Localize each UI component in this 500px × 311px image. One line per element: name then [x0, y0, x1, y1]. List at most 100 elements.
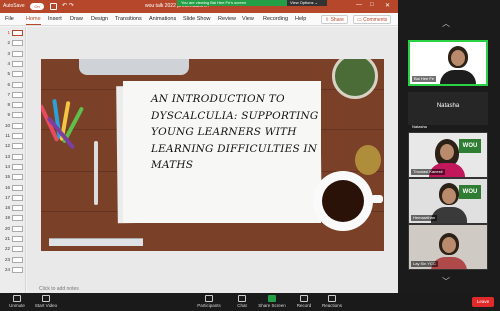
slide-thumbnail[interactable]: 12 — [1, 142, 25, 150]
slide-preview-icon — [12, 153, 23, 160]
slide-number: 21 — [4, 236, 10, 241]
slide-number: 6 — [7, 81, 10, 87]
slide-thumbnail[interactable]: 16 — [1, 184, 25, 192]
video-tile[interactable]: WOU Hemaarthan — [408, 178, 488, 224]
slide-number: 9 — [7, 112, 10, 118]
slide-number: 19 — [4, 215, 10, 221]
video-tile[interactable]: Lay Sin YCC — [408, 224, 488, 270]
reactions-label: Reactions — [321, 303, 342, 308]
slide-thumbnail[interactable]: 20 — [1, 225, 25, 233]
tab-view[interactable]: View — [242, 16, 254, 22]
autosave-toggle[interactable]: On — [30, 3, 44, 10]
save-icon[interactable] — [50, 3, 57, 10]
slide-thumbnail[interactable]: 5 — [1, 70, 25, 78]
participant-name: Lay Sin YCC — [411, 261, 438, 267]
chat-button[interactable]: Chat — [234, 293, 250, 311]
pencil-image — [94, 141, 98, 205]
slide-thumbnail[interactable]: 15 — [1, 173, 25, 181]
slide-thumbnail[interactable]: 6 — [1, 81, 25, 89]
video-tile[interactable]: WOU Thoolasi Kanesti — [408, 132, 488, 178]
slide-thumbnail[interactable]: 10 — [1, 122, 25, 130]
slide-preview-icon — [12, 266, 23, 273]
slide-canvas[interactable]: An introduction to dyscalculia: supporti… — [41, 59, 384, 251]
slide-thumbnail[interactable]: 11 — [1, 132, 25, 140]
slide-thumbnail[interactable]: 22 — [1, 245, 25, 253]
share-button[interactable]: ⇧ Share — [321, 15, 348, 24]
reactions-button[interactable]: Reactions — [320, 293, 344, 311]
slide-thumbnail[interactable]: 2 — [1, 39, 25, 47]
meeting-toolbar: Unmute Start Video Participants Chat Sha… — [0, 293, 500, 311]
slide-thumbnail[interactable]: 4 — [1, 60, 25, 68]
tab-design[interactable]: Design — [91, 16, 108, 22]
tab-insert[interactable]: Insert — [48, 16, 62, 22]
chevron-up-icon[interactable]: ︿ — [442, 18, 450, 29]
slide-preview-icon — [12, 112, 23, 119]
tab-transitions[interactable]: Transitions — [115, 16, 142, 22]
slide-thumbnail[interactable]: 18 — [1, 204, 25, 212]
chevron-down-icon[interactable]: ﹀ — [442, 276, 450, 287]
tab-animations[interactable]: Animations — [149, 16, 176, 22]
leave-button[interactable]: Leave — [472, 297, 494, 307]
slide-number: 1 — [7, 30, 10, 35]
tab-recording[interactable]: Recording — [263, 16, 288, 22]
video-tile-no-video[interactable]: Natasha — [408, 92, 488, 125]
slide-number: 24 — [4, 266, 10, 272]
slide-number: 2 — [7, 40, 10, 46]
slide-thumbnail[interactable]: 21 — [1, 235, 25, 243]
tab-review[interactable]: Review — [218, 16, 236, 22]
video-off-icon — [42, 295, 50, 302]
tab-slide-show[interactable]: Slide Show — [183, 16, 211, 22]
slide-thumbnail[interactable]: 23 — [1, 256, 25, 264]
slide-thumbnail-pane[interactable]: 1 2 3 4 5 6 7 8 9 10 11 12 13 14 15 16 17 18 19 20 21 22 23 24 — [0, 27, 26, 293]
slide-preview-icon — [12, 133, 23, 139]
slide-thumbnail[interactable]: 13 — [1, 153, 25, 161]
comments-button[interactable]: ▭ Comments — [353, 15, 392, 24]
slide-thumbnail[interactable]: 3 — [1, 50, 25, 58]
video-tile-speaker[interactable]: Bai Hee Fe — [408, 40, 488, 86]
slide-thumbnail[interactable]: 7 — [1, 91, 25, 99]
undo-icon[interactable]: ↶ ↷ — [62, 2, 74, 9]
wou-logo: WOU — [459, 139, 481, 153]
maximize-icon[interactable]: □ — [370, 2, 374, 8]
slide-thumbnail[interactable]: 1 — [1, 29, 25, 37]
slide-number: 18 — [4, 205, 10, 211]
tab-home[interactable]: Home — [26, 16, 41, 25]
record-button[interactable]: Record — [295, 293, 313, 311]
tab-draw[interactable]: Draw — [70, 16, 83, 22]
slide-number: 13 — [4, 153, 10, 159]
slide-title[interactable]: An introduction to dyscalculia: supporti… — [151, 91, 321, 174]
tab-help[interactable]: Help — [295, 16, 306, 22]
dried-flower-image — [355, 145, 381, 175]
comments-label: Comments — [363, 17, 388, 23]
participant-name: Thoolasi Kanesti — [411, 169, 445, 175]
tab-file[interactable]: File — [5, 16, 14, 22]
slide-number: 8 — [7, 102, 10, 108]
participants-panel: ︿ Bai Hee Fe Natasha Natasha WOU Thoolas… — [398, 0, 500, 293]
view-options-button[interactable]: View Options ⌄ — [287, 0, 327, 6]
slide-number: 16 — [4, 184, 10, 190]
slide-thumbnail[interactable]: 8 — [1, 101, 25, 109]
close-icon[interactable]: ✕ — [385, 2, 390, 9]
slide-preview-icon — [12, 236, 23, 242]
slide-preview-icon — [12, 246, 23, 253]
slide-number: 14 — [4, 163, 10, 169]
slide-number: 23 — [4, 256, 10, 262]
slide-thumbnail[interactable]: 24 — [1, 266, 25, 274]
coffee-cup-image — [313, 171, 383, 231]
slide-number: 15 — [4, 174, 10, 180]
ribbon-tabs: File Home Insert Draw Design Transitions… — [0, 13, 398, 26]
unmute-button[interactable]: Unmute — [8, 293, 26, 311]
share-screen-icon — [268, 295, 276, 302]
slide-thumbnail[interactable]: 9 — [1, 111, 25, 119]
share-screen-button[interactable]: Share Screen — [258, 293, 286, 311]
slide-thumbnail[interactable]: 19 — [1, 214, 25, 222]
minimize-icon[interactable]: — — [356, 2, 362, 8]
slide-preview-icon — [12, 205, 23, 212]
participants-button[interactable]: Participants — [196, 293, 222, 311]
start-video-button[interactable]: Start Video — [34, 293, 58, 311]
notes-placeholder[interactable]: Click to add notes — [39, 286, 79, 292]
laptop-image — [79, 59, 189, 75]
slide-thumbnail[interactable]: 14 — [1, 163, 25, 171]
slide-thumbnail[interactable]: 17 — [1, 194, 25, 202]
chat-label: Chat — [237, 303, 247, 308]
